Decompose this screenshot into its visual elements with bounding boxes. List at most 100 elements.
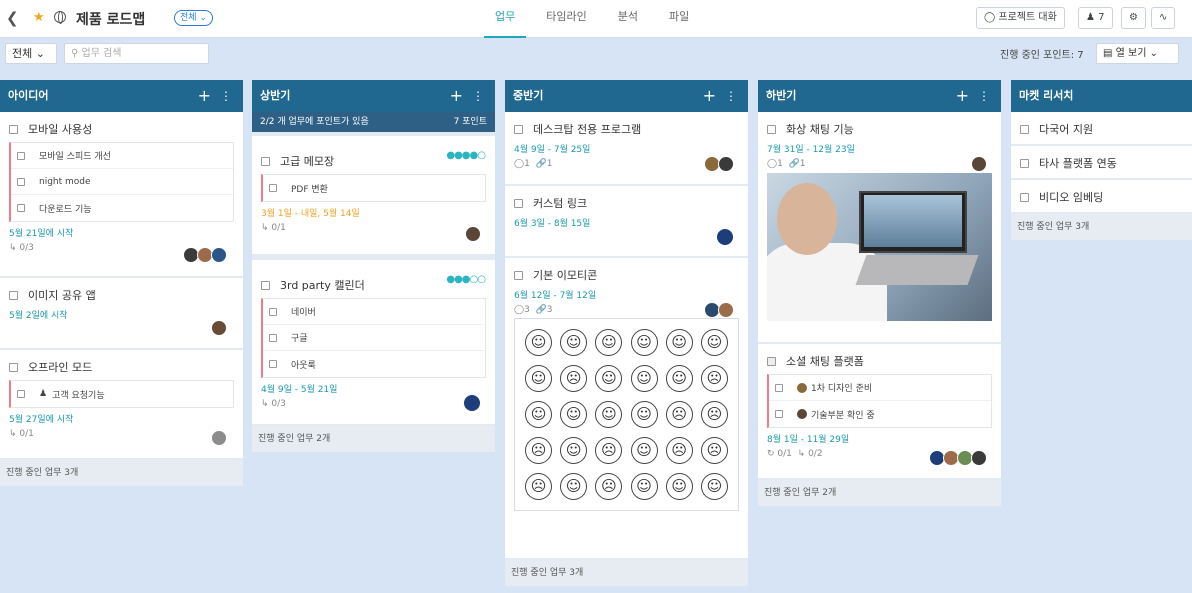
task-date: 6월 12일 - 7월 12일 [514,291,597,301]
checkbox[interactable] [514,198,523,208]
task-card[interactable]: 모바일 사용성 모바일 스피드 개선 night mode 다운로드 기능 5월… [0,112,243,278]
star-icon[interactable]: ★ [33,10,45,25]
subtask-label: 모바일 스피드 개선 [39,152,111,162]
checkbox[interactable] [767,124,776,134]
task-card[interactable]: ●●●●○ 고급 메모장 PDF 변환 3월 1일 - 내일, 5월 14일 ↳… [252,132,495,256]
add-task-icon[interactable]: + [956,80,969,112]
subtask-row[interactable]: 네이버 [263,299,485,325]
task-card[interactable]: 커스텀 링크 6월 3일 - 8월 15일 [505,186,748,258]
task-card[interactable]: 소셜 채팅 플랫폼 1차 디자인 준비 기술부분 확인 중 8월 1일 - 11… [758,344,1001,480]
checkbox[interactable] [9,290,18,300]
task-card[interactable]: 데스크탑 전용 프로그램 4월 9일 - 7월 25일 ◯1 🔗1 [505,112,748,186]
emoji-face: ☹ [595,437,623,464]
task-card[interactable]: 비디오 임베딩 [1011,180,1192,214]
columns-icon: ▤ [1103,48,1113,59]
more-options-icon[interactable]: ⋮ [978,80,990,112]
task-title: 타사 플랫폼 연동 [1039,157,1117,170]
add-task-icon[interactable]: + [703,80,716,112]
checkbox[interactable] [17,151,25,160]
column-title: 아이디어 [8,89,49,102]
subtask-row[interactable]: 다운로드 기능 [11,195,233,221]
checkbox[interactable] [269,184,277,192]
more-options-icon[interactable]: ⋮ [725,80,737,112]
activity-icon: ∿ [1159,12,1168,23]
checkbox[interactable] [1020,158,1029,168]
link-icon: 🔗 [535,305,547,315]
avatar [718,156,734,172]
task-date: 3월 1일 - 내일, 5월 14일 [261,209,360,219]
subtask-row[interactable]: PDF 변환 [263,175,485,201]
tab-analytics[interactable]: 분석 [607,0,649,38]
column-title: 하반기 [766,89,797,102]
subtask-row[interactable]: 모바일 스피드 개선 [11,143,233,169]
checkbox[interactable] [17,390,25,398]
checkbox[interactable] [17,177,25,186]
emoji-face: ☺ [700,329,728,356]
checkbox[interactable] [9,124,18,134]
subtask-count: ↳ 0/3 [261,399,286,409]
points-info-bar: 2/2 개 업무에 포인트가 있음 7 포인트 [252,112,495,132]
subtask-icon: ↳ [797,449,806,459]
avatar [718,302,734,318]
task-card[interactable]: 화상 채팅 기능 7월 31일 - 12월 23일 ◯1 🔗1 [758,112,1001,344]
checkbox[interactable] [775,410,783,418]
checkbox[interactable] [9,362,18,372]
checkbox[interactable] [514,270,523,280]
tab-timeline[interactable]: 타임라인 [535,0,597,38]
subtask-row[interactable]: night mode [11,169,233,195]
emoji-face: ☹ [560,365,588,392]
checkbox[interactable] [1020,124,1029,134]
checkbox[interactable] [767,356,776,366]
members-button[interactable]: ♟ 7 [1078,7,1113,29]
subtask-row[interactable]: 아웃룩 [263,351,485,377]
column-header: 마켓 리서치 [1011,80,1192,112]
back-chevron-icon[interactable]: ❮ [6,9,19,27]
emoji-face: ☹ [665,401,693,428]
checkbox[interactable] [269,360,277,368]
avatar [797,382,807,393]
task-date: 7월 31일 - 12월 23일 [767,145,855,155]
checkbox[interactable] [261,280,270,290]
checkbox[interactable] [514,124,523,134]
tab-files[interactable]: 파일 [658,0,700,38]
tab-tasks[interactable]: 업무 [484,0,527,38]
avatar [211,430,227,446]
filter-dropdown[interactable]: 전체 ⌄ [5,43,57,64]
view-mode-dropdown[interactable]: ▤ 열 보기 ⌄ [1096,43,1179,64]
checkbox[interactable] [1020,192,1029,202]
emoji-face: ☺ [665,473,693,500]
add-task-icon[interactable]: + [198,80,211,112]
subtask-row[interactable]: 구글 [263,325,485,351]
activity-button[interactable]: ∿ [1151,7,1176,29]
project-chat-button[interactable]: ◯ 프로젝트 대화 [976,7,1065,29]
subtask-row[interactable]: ♟ 고객 요청기능 [11,381,233,407]
task-card[interactable]: 오프라인 모드 ♟ 고객 요청기능 5월 27일에 시작 ↳ 0/1 [0,350,243,460]
avatar [465,226,481,242]
checkbox[interactable] [775,383,783,392]
add-task-icon[interactable]: + [450,80,463,112]
subtask-icon: ↳ [261,399,269,409]
checkbox[interactable] [269,307,277,316]
scope-dropdown[interactable]: 전체 ⌄ [174,10,213,26]
emoji-face: ☺ [595,365,623,392]
emoji-face: ☺ [630,473,658,500]
search-input[interactable]: ⚲ 업무 검색 [64,43,209,64]
emoji-face: ☺ [560,329,588,356]
column-footer: 진행 중인 업무 2개 [758,480,1001,506]
task-card[interactable]: 기본 이모티콘 6월 12일 - 7월 12일 ◯3 🔗3 ☺ ☺ ☺ ☺ ☺ ☺ ☺ ☹ ☺ ☺… [505,258,748,560]
more-options-icon[interactable]: ⋮ [472,80,484,112]
task-card[interactable]: 타사 플랫폼 연동 [1011,146,1192,180]
settings-button[interactable]: ⚙ [1121,7,1146,29]
task-date: 5월 2일에 시작 [9,311,68,321]
subtask-row[interactable]: 기술부분 확인 중 [769,401,991,427]
checkbox[interactable] [261,156,270,166]
task-card[interactable]: 다국어 지원 [1011,112,1192,146]
task-card[interactable]: ●●●○○ 3rd party 캘린더 네이버 구글 아웃룩 4월 9일 - 5… [252,256,495,426]
checkbox[interactable] [269,333,277,342]
comment-icon: ◯ [514,305,525,315]
checkbox[interactable] [17,204,25,212]
emoji-face: ☹ [595,473,623,500]
subtask-row[interactable]: 1차 디자인 준비 [769,375,991,401]
more-options-icon[interactable]: ⋮ [220,80,232,112]
task-card[interactable]: 이미지 공유 앱 5월 2일에 시작 [0,278,243,350]
